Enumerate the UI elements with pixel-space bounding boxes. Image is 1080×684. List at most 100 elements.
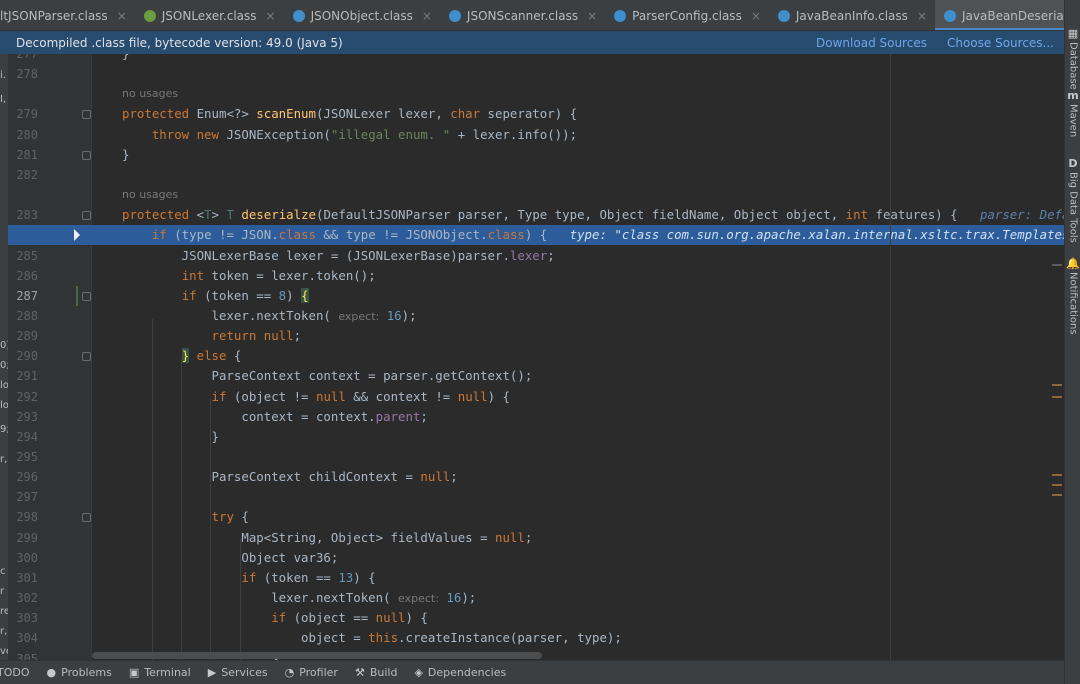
code-line[interactable]: Map<String, Object> fieldValues = null;	[92, 528, 1064, 548]
tool-profiler[interactable]: ◔ Profiler	[285, 666, 338, 679]
usages-hint[interactable]: no usages	[92, 84, 1064, 104]
fold-toggle-icon[interactable]	[82, 352, 91, 361]
download-sources-link[interactable]: Download Sources	[816, 36, 927, 50]
close-icon[interactable]: ×	[266, 9, 276, 23]
line-number[interactable]: 296	[8, 467, 38, 487]
code-line[interactable]	[92, 64, 1064, 84]
tool-services[interactable]: ▶ Services	[208, 666, 268, 679]
tool-notifications[interactable]: 🔔 Notifications	[1066, 258, 1080, 335]
line-number[interactable]: 295	[8, 447, 38, 467]
line-number[interactable]: 278	[8, 64, 38, 84]
code-line[interactable]: if (type != JSON.class && type != JSONOb…	[92, 225, 1064, 245]
close-icon[interactable]: ×	[587, 9, 597, 23]
stripe-marker[interactable]	[1052, 474, 1062, 476]
close-icon[interactable]: ×	[117, 9, 127, 23]
code-line[interactable]: JSONLexerBase lexer = (JSONLexerBase)par…	[92, 246, 1064, 266]
tab-javabeaninfo[interactable]: JavaBeanInfo.class ×	[769, 0, 935, 30]
code-line[interactable]: ParseContext childContext = null;	[92, 467, 1064, 487]
code-line[interactable]: if (token == 8) {	[92, 286, 1064, 306]
line-number[interactable]: 301	[8, 568, 38, 588]
code-line[interactable]: try {	[92, 507, 1064, 527]
close-icon[interactable]: ×	[751, 9, 761, 23]
line-number[interactable]: 304	[8, 628, 38, 648]
line-number[interactable]: 277	[8, 54, 38, 64]
usages-hint[interactable]: no usages	[92, 185, 1064, 205]
code-line[interactable]	[92, 447, 1064, 467]
close-icon[interactable]: ×	[917, 9, 927, 23]
line-number[interactable]: 289	[8, 326, 38, 346]
fold-toggle-icon[interactable]	[82, 292, 91, 301]
line-number[interactable]: 303	[8, 608, 38, 628]
tab-jsonobject[interactable]: JSONObject.class ×	[284, 0, 440, 30]
stripe-marker[interactable]	[1052, 396, 1062, 398]
code-line[interactable]: } else {	[92, 346, 1064, 366]
tool-terminal[interactable]: ▣ Terminal	[129, 666, 191, 679]
tab-javabeandeserializer[interactable]: JavaBeanDeserializer.class×	[934, 0, 1064, 30]
tool-build[interactable]: ⚒ Build	[355, 666, 398, 679]
line-number[interactable]: 286	[8, 266, 38, 286]
line-number[interactable]: 293	[8, 407, 38, 427]
line-number[interactable]: 305	[8, 649, 38, 660]
code-line[interactable]: if (object != null && context != null) {	[92, 387, 1064, 407]
code-line[interactable]: ParseContext context = parser.getContext…	[92, 366, 1064, 386]
code-line[interactable]: if (token == 13) {	[92, 568, 1064, 588]
line-number[interactable]: 285	[8, 246, 38, 266]
tool-todo[interactable]: TODO	[0, 666, 30, 679]
line-number[interactable]: 300	[8, 548, 38, 568]
tab-jsonscanner[interactable]: JSONScanner.class ×	[440, 0, 605, 30]
line-number[interactable]: 282	[8, 165, 38, 185]
code-line[interactable]: }	[92, 145, 1064, 165]
tab-parserconfig[interactable]: ParserConfig.class ×	[605, 0, 769, 30]
line-number[interactable]: 290	[8, 346, 38, 366]
code-line[interactable]: throw new JSONException("illegal enum. "…	[92, 125, 1064, 145]
code-line[interactable]: return null;	[92, 326, 1064, 346]
line-number[interactable]: 291	[8, 366, 38, 386]
tab-jsonlexer[interactable]: JSONLexer.class ×	[135, 0, 284, 30]
stripe-marker[interactable]	[1052, 484, 1062, 486]
code-line[interactable]: lexer.nextToken( expect: 16);	[92, 306, 1064, 326]
line-number[interactable]: 283	[8, 205, 38, 225]
code-line[interactable]: lexer.nextToken( expect: 16);	[92, 588, 1064, 608]
line-number[interactable]: 280	[8, 125, 38, 145]
stripe-marker[interactable]	[1052, 264, 1062, 266]
code-line[interactable]: protected <T> T deserialze(DefaultJSONPa…	[92, 205, 1064, 225]
tool-big-data-tools[interactable]: D Big Data Tools	[1066, 158, 1080, 243]
code-line[interactable]: Object var36;	[92, 548, 1064, 568]
close-icon[interactable]: ×	[422, 9, 432, 23]
code-line[interactable]	[92, 487, 1064, 507]
tool-maven[interactable]: m Maven	[1066, 90, 1080, 138]
fold-toggle-icon[interactable]	[82, 211, 91, 220]
code-line[interactable]	[92, 165, 1064, 185]
tab-ltjsonparser[interactable]: ltJSONParser.class ×	[0, 0, 135, 30]
horizontal-scrollbar[interactable]	[92, 652, 542, 659]
code-line[interactable]: protected Enum<?> scanEnum(JSONLexer lex…	[92, 104, 1064, 124]
line-number[interactable]: 288	[8, 306, 38, 326]
tool-database[interactable]: ▦ Database	[1066, 28, 1080, 90]
code-line[interactable]: if (object == null) {	[92, 608, 1064, 628]
fold-toggle-icon[interactable]	[82, 151, 91, 160]
code-line[interactable]: object = this.createInstance(parser, typ…	[92, 628, 1064, 648]
fold-toggle-icon[interactable]	[82, 110, 91, 119]
code-line[interactable]: int token = lexer.token();	[92, 266, 1064, 286]
stripe-marker[interactable]	[1052, 494, 1062, 496]
editor-gutter[interactable]: 2772782792802812822832842852862872882892…	[8, 54, 92, 660]
line-number[interactable]: 299	[8, 528, 38, 548]
code-line[interactable]: context = context.parent;	[92, 407, 1064, 427]
line-number[interactable]: 281	[8, 145, 38, 165]
fold-toggle-icon[interactable]	[82, 513, 91, 522]
line-number[interactable]: 302	[8, 588, 38, 608]
code-editor[interactable]: 2772782792802812822832842852862872882892…	[8, 54, 1064, 660]
tool-problems[interactable]: ● Problems	[47, 666, 112, 679]
code-line[interactable]: }	[92, 427, 1064, 447]
line-number[interactable]: 294	[8, 427, 38, 447]
line-number[interactable]: 279	[8, 104, 38, 124]
line-number[interactable]: 297	[8, 487, 38, 507]
code-area[interactable]: }no usagesprotected Enum<?> scanEnum(JSO…	[92, 54, 1064, 660]
line-number[interactable]: 287	[8, 286, 38, 306]
tool-dependencies[interactable]: ◈ Dependencies	[414, 666, 506, 679]
line-number[interactable]: 292	[8, 387, 38, 407]
code-line[interactable]: }	[92, 54, 1064, 64]
line-number[interactable]: 298	[8, 507, 38, 527]
choose-sources-link[interactable]: Choose Sources...	[947, 36, 1054, 50]
stripe-marker[interactable]	[1052, 384, 1062, 386]
